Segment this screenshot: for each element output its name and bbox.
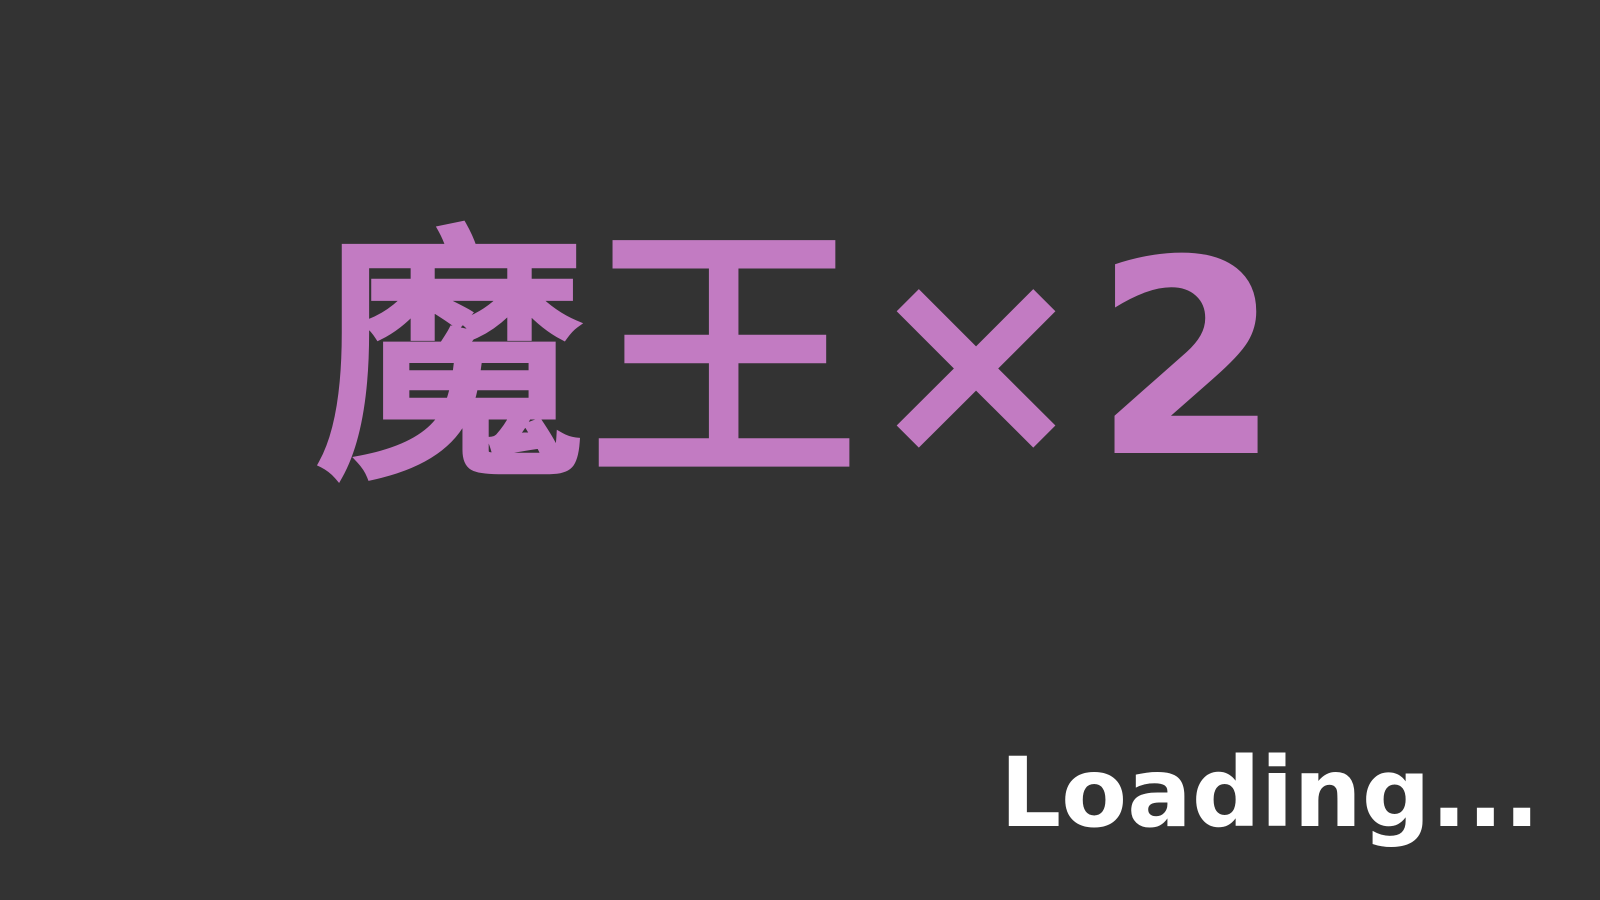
loading-screen: 魔王×2 Loading...: [0, 0, 1600, 900]
game-title-logo: 魔王×2: [0, 210, 1600, 510]
loading-indicator: Loading...: [1000, 737, 1540, 849]
game-title: 魔王×2: [314, 202, 1286, 517]
